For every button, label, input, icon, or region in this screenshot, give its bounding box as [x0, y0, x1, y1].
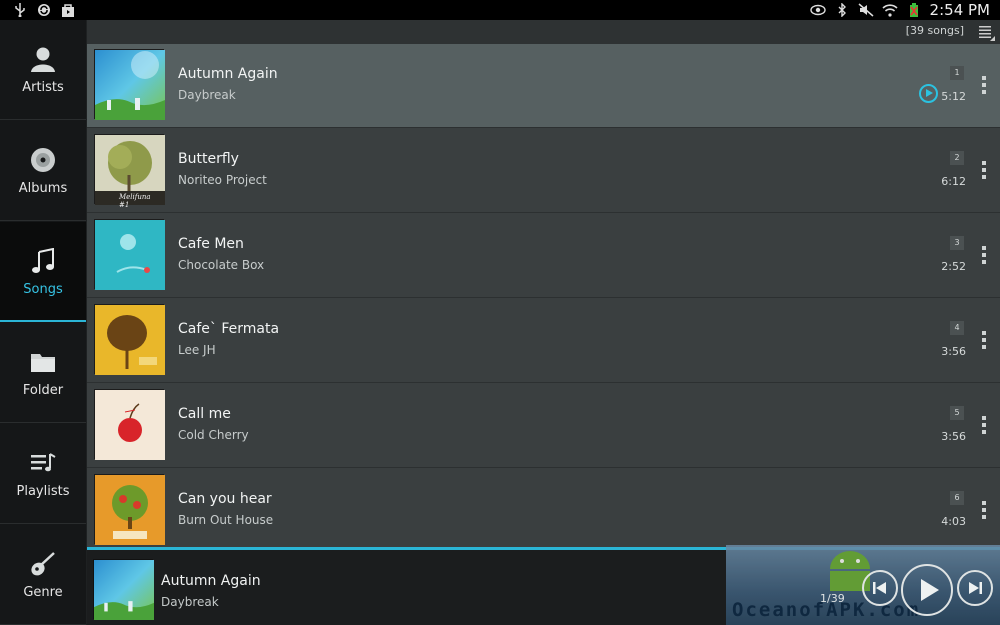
album-cover: Melifuna #1: [94, 134, 165, 209]
album-cover-text: Melifuna #1: [119, 193, 151, 209]
song-row[interactable]: Melifuna #1 Butterfly Noriteo Project 2 …: [87, 129, 1000, 213]
album-cover: [94, 304, 165, 375]
more-options-icon[interactable]: [982, 331, 986, 349]
play-button[interactable]: [901, 564, 953, 616]
mute-icon: [858, 3, 874, 17]
sidebar-item-label: Albums: [18, 181, 68, 196]
song-title: Cafe Men: [178, 236, 244, 252]
song-artist: Daybreak: [178, 88, 236, 102]
list-menu-icon[interactable]: [976, 22, 996, 42]
song-row[interactable]: Cafe Men Chocolate Box 3 2:52: [87, 214, 1000, 298]
more-options-icon[interactable]: [982, 416, 986, 434]
track-counter: 1/39: [820, 592, 845, 605]
song-duration: 6:12: [941, 175, 966, 188]
song-title: Call me: [178, 406, 231, 422]
album-cover: [94, 389, 165, 460]
wifi-icon: [881, 3, 898, 17]
song-list: Autumn Again Daybreak 1 5:12 Melifuna #1…: [87, 44, 1000, 553]
track-number: 4: [950, 321, 964, 335]
song-count: [39 songs]: [905, 24, 964, 37]
sidebar-item-genre[interactable]: Genre: [0, 525, 86, 625]
playlist-icon: [28, 448, 58, 478]
folder-icon: [28, 347, 58, 377]
track-number: 5: [950, 406, 964, 420]
sidebar-item-artists[interactable]: Artists: [0, 20, 86, 120]
sidebar-item-folder[interactable]: Folder: [0, 323, 86, 423]
sidebar-item-albums[interactable]: Albums: [0, 121, 86, 221]
album-cover: [94, 49, 165, 120]
track-number: 3: [950, 236, 964, 250]
track-number: 1: [950, 66, 964, 80]
more-options-icon[interactable]: [982, 76, 986, 94]
guitar-icon: [28, 549, 58, 579]
song-duration: 5:12: [941, 90, 966, 103]
song-duration: 3:56: [941, 345, 966, 358]
sync-icon: [36, 3, 52, 17]
song-duration: 2:52: [941, 260, 966, 273]
more-options-icon[interactable]: [982, 246, 986, 264]
sidebar-item-playlists[interactable]: Playlists: [0, 424, 86, 524]
eye-icon: [809, 3, 826, 17]
song-duration: 4:03: [941, 515, 966, 528]
track-number: 6: [950, 491, 964, 505]
battery-icon: [906, 3, 922, 17]
skip-previous-icon: [873, 582, 886, 594]
song-artist: Chocolate Box: [178, 258, 265, 272]
album-cover: [94, 219, 165, 290]
song-artist: Cold Cherry: [178, 428, 249, 442]
shopping-bag-icon: [60, 3, 76, 17]
song-title: Butterfly: [178, 151, 239, 167]
sidebar-item-label: Songs: [23, 281, 63, 297]
now-playing-cover: [93, 559, 154, 620]
song-artist: Burn Out House: [178, 513, 274, 527]
skip-next-icon: [969, 582, 982, 594]
song-row[interactable]: Autumn Again Daybreak 1 5:12: [87, 44, 1000, 128]
status-bar: 2:54 PM: [0, 0, 1000, 20]
bluetooth-icon: [834, 3, 850, 17]
sidebar-item-label: Genre: [23, 585, 63, 600]
list-header: [39 songs]: [87, 20, 1000, 44]
now-playing-artist: Daybreak: [161, 595, 219, 609]
song-artist: Lee JH: [178, 343, 216, 357]
more-options-icon[interactable]: [982, 501, 986, 519]
album-cover: [94, 474, 165, 545]
status-time: 2:54 PM: [929, 1, 990, 19]
song-artist: Noriteo Project: [178, 173, 267, 187]
play-icon: [921, 579, 939, 601]
song-row[interactable]: Can you hear Burn Out House 6 4:03: [87, 469, 1000, 553]
now-playing-title: Autumn Again: [161, 573, 261, 589]
song-duration: 3:56: [941, 430, 966, 443]
song-title: Cafe` Fermata: [178, 321, 280, 337]
song-title: Autumn Again: [178, 66, 278, 82]
song-title: Can you hear: [178, 491, 272, 507]
usb-icon: [12, 3, 28, 17]
sidebar-item-songs[interactable]: Songs: [0, 222, 86, 322]
song-row[interactable]: Call me Cold Cherry 5 3:56: [87, 384, 1000, 468]
sidebar-item-label: Folder: [22, 383, 64, 398]
sidebar-item-label: Artists: [22, 80, 64, 95]
artist-icon: [28, 44, 58, 74]
music-note-icon: [28, 246, 58, 276]
previous-track-button[interactable]: [862, 570, 898, 606]
track-number: 2: [950, 151, 964, 165]
sidebar-item-label: Playlists: [16, 484, 70, 499]
song-row[interactable]: Cafe` Fermata Lee JH 4 3:56: [87, 299, 1000, 383]
album-disc-icon: [28, 145, 58, 175]
next-track-button[interactable]: [957, 570, 993, 606]
now-playing-icon: [919, 84, 938, 103]
more-options-icon[interactable]: [982, 161, 986, 179]
category-sidebar: Artists Albums Songs Folder Playlists Ge…: [0, 20, 86, 625]
